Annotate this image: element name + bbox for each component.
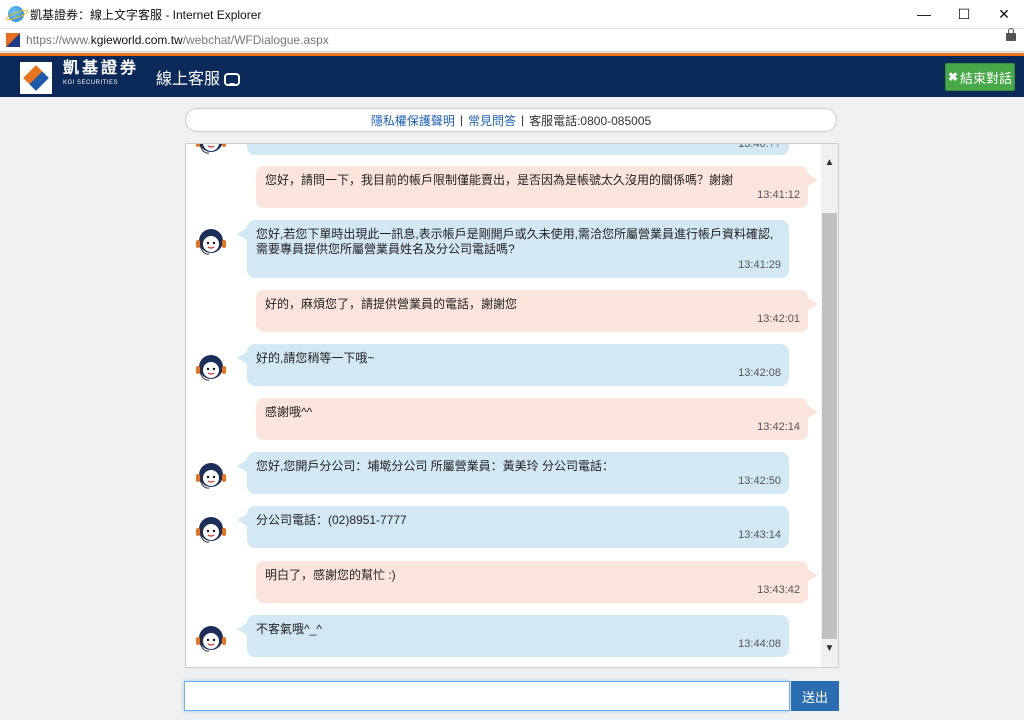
lock-icon[interactable] — [1006, 28, 1016, 41]
service-phone: 客服電話:0800-085005 — [529, 113, 652, 128]
agent-avatar-icon — [196, 626, 226, 652]
divider: | — [459, 113, 463, 127]
message-time: 13:42:14 — [757, 421, 800, 433]
message-text: 好的，麻煩您了，請提供營業員的電話，謝謝您 — [265, 297, 518, 311]
user-message: 您好，請問一下，我目前的帳戶限制僅能賣出，是否因為是帳號太久沒用的關係嗎？謝謝 … — [256, 166, 818, 208]
agent-message: 13:40:?? — [247, 143, 789, 155]
message-composer: 送出 — [184, 681, 839, 711]
chat-scrollbar[interactable]: ▲ ▼ — [821, 144, 838, 667]
scroll-down-chevron-icon[interactable]: ▼ — [821, 640, 838, 657]
message-time: 13:40:?? — [738, 143, 781, 150]
faq-link[interactable]: 常見問答 — [468, 112, 516, 129]
message-text: 不客氣哦^_^ — [256, 622, 322, 636]
brand-logo: 凱基證券 KGI SECURITIES — [63, 60, 139, 86]
url-text[interactable]: https://www.kgieworld.com.tw/webchat/WFD… — [26, 33, 329, 47]
message-text: 您好,若您下單時出現此一訊息,表示帳戶是剛開戶或久未使用,需洽您所屬營業員進行帳… — [256, 227, 774, 256]
address-bar[interactable]: https://www.kgieworld.com.tw/webchat/WFD… — [0, 28, 1024, 52]
message-text: 您好,您開戶分公司：埔墘分公司 所屬營業員：黃美玲 分公司電話： — [256, 459, 615, 473]
close-window-button[interactable]: ✕ — [984, 0, 1024, 28]
site-header: 凱基證券 KGI SECURITIES 線上客服 ✖ 結束對話 — [0, 53, 1024, 97]
agent-message: 好的,請您稍等一下哦~ 13:42:08 — [237, 344, 789, 386]
agent-message: 分公司電話：(02)8951-7777 13:43:14 — [237, 506, 789, 548]
message-time: 13:42:50 — [738, 475, 781, 487]
user-message: 好的，麻煩您了，請提供營業員的電話，謝謝您 13:42:01 — [256, 290, 818, 332]
agent-message: 不客氣哦^_^ 13:44:08 — [237, 615, 789, 657]
message-time: 13:44:08 — [738, 638, 781, 650]
internet-explorer-icon — [8, 6, 24, 22]
divider: | — [520, 113, 525, 127]
service-title: 線上客服 — [156, 65, 241, 89]
message-text: 您好，請問一下，我目前的帳戶限制僅能賣出，是否因為是帳號太久沒用的關係嗎？謝謝 — [265, 173, 734, 187]
window-title: 凱基證券：線上文字客服 - Internet Explorer — [30, 7, 262, 22]
brand-name: 凱基證券 — [63, 60, 140, 77]
agent-avatar-icon — [196, 144, 226, 154]
scroll-thumb[interactable] — [822, 213, 837, 639]
scroll-up-chevron-icon[interactable]: ▲ — [821, 154, 838, 171]
privacy-link[interactable]: 隱私權保護聲明 — [371, 112, 455, 129]
window-controls: — ☐ ✕ — [904, 0, 1024, 28]
message-time: 13:41:29 — [738, 259, 781, 271]
agent-message: 您好,若您下單時出現此一訊息,表示帳戶是剛開戶或久未使用,需洽您所屬營業員進行帳… — [237, 220, 789, 278]
kgi-logo-icon — [20, 62, 52, 94]
close-x-icon: ✖ — [947, 70, 959, 84]
message-time: 13:43:42 — [757, 584, 800, 596]
maximize-button[interactable]: ☐ — [944, 0, 984, 28]
message-text: 感謝哦^^ — [265, 405, 313, 419]
message-time: 13:42:08 — [738, 367, 781, 379]
agent-avatar-icon — [196, 517, 226, 543]
minimize-button[interactable]: — — [904, 0, 944, 28]
message-text: 好的,請您稍等一下哦~ — [256, 351, 375, 365]
user-message: 明白了，感謝您的幫忙 :) 13:43:42 — [256, 561, 818, 603]
info-bar: 隱私權保護聲明 | 常見問答 | 客服電話:0800-085005 — [185, 108, 837, 132]
window-titlebar: 凱基證券：線上文字客服 - Internet Explorer — ☐ ✕ — [0, 0, 1024, 28]
site-favicon-icon — [6, 33, 20, 47]
send-button[interactable]: 送出 — [791, 681, 839, 711]
agent-avatar-icon — [196, 229, 226, 255]
agent-avatar-icon — [196, 463, 226, 489]
user-message: 感謝哦^^ 13:42:14 — [256, 398, 818, 440]
message-text: 明白了，感謝您的幫忙 :) — [265, 568, 396, 582]
end-chat-button[interactable]: ✖ 結束對話 — [945, 63, 1015, 91]
agent-message: 您好,您開戶分公司：埔墘分公司 所屬營業員：黃美玲 分公司電話： 13:42:5… — [237, 452, 789, 494]
brand-sub: KGI SECURITIES — [63, 80, 119, 86]
message-time: 13:42:01 — [757, 313, 800, 325]
agent-avatar-icon — [196, 355, 226, 381]
message-input[interactable] — [184, 681, 790, 711]
message-time: 13:43:14 — [738, 529, 781, 541]
message-time: 13:41:12 — [757, 189, 800, 201]
message-text: 分公司電話：(02)8951-7777 — [256, 513, 407, 527]
chat-log[interactable]: 13:40:?? 您好，請問一下，我目前的帳戶限制僅能賣出，是否因為是帳號太久沒… — [185, 143, 839, 668]
chat-bubble-icon — [224, 73, 241, 87]
